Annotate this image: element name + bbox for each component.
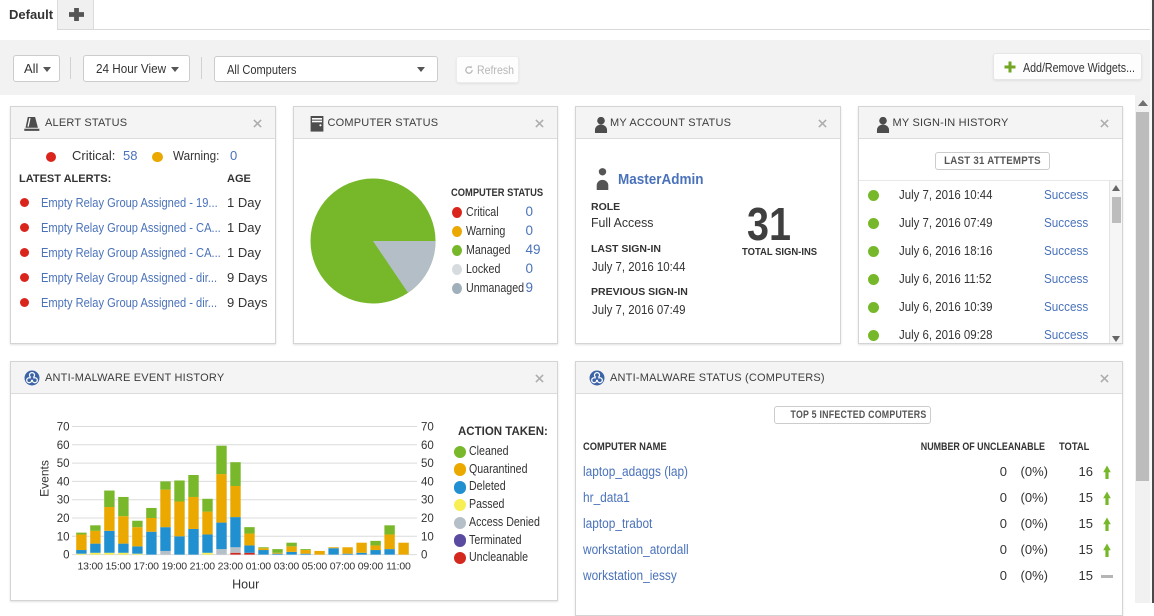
svg-text:30: 30 [421,495,434,507]
svg-text:10: 10 [57,531,70,543]
svg-text:60: 60 [57,440,70,452]
svg-text:05:00: 05:00 [302,561,328,573]
svg-text:Hour: Hour [232,578,259,592]
svg-text:07:00: 07:00 [330,561,356,573]
svg-text:20: 20 [421,513,434,525]
svg-text:70: 70 [421,422,434,434]
svg-text:19:00: 19:00 [162,561,188,573]
svg-text:50: 50 [421,458,434,470]
svg-text:Events: Events [38,460,52,497]
svg-text:50: 50 [57,458,70,470]
svg-text:23:00: 23:00 [218,561,244,573]
svg-text:15:00: 15:00 [106,561,132,573]
svg-text:13:00: 13:00 [78,561,104,573]
svg-text:0: 0 [63,550,69,562]
svg-text:11:00: 11:00 [386,561,411,573]
svg-text:70: 70 [57,422,70,434]
svg-text:40: 40 [57,476,70,488]
svg-text:03:00: 03:00 [274,561,300,573]
svg-text:21:00: 21:00 [190,561,216,573]
svg-text:40: 40 [421,476,434,488]
svg-text:09:00: 09:00 [358,561,384,573]
svg-text:01:00: 01:00 [246,561,272,573]
svg-text:30: 30 [57,495,70,507]
svg-text:17:00: 17:00 [134,561,160,573]
svg-text:10: 10 [421,531,434,543]
svg-text:0: 0 [421,550,427,562]
svg-text:60: 60 [421,440,434,452]
svg-text:20: 20 [57,513,70,525]
